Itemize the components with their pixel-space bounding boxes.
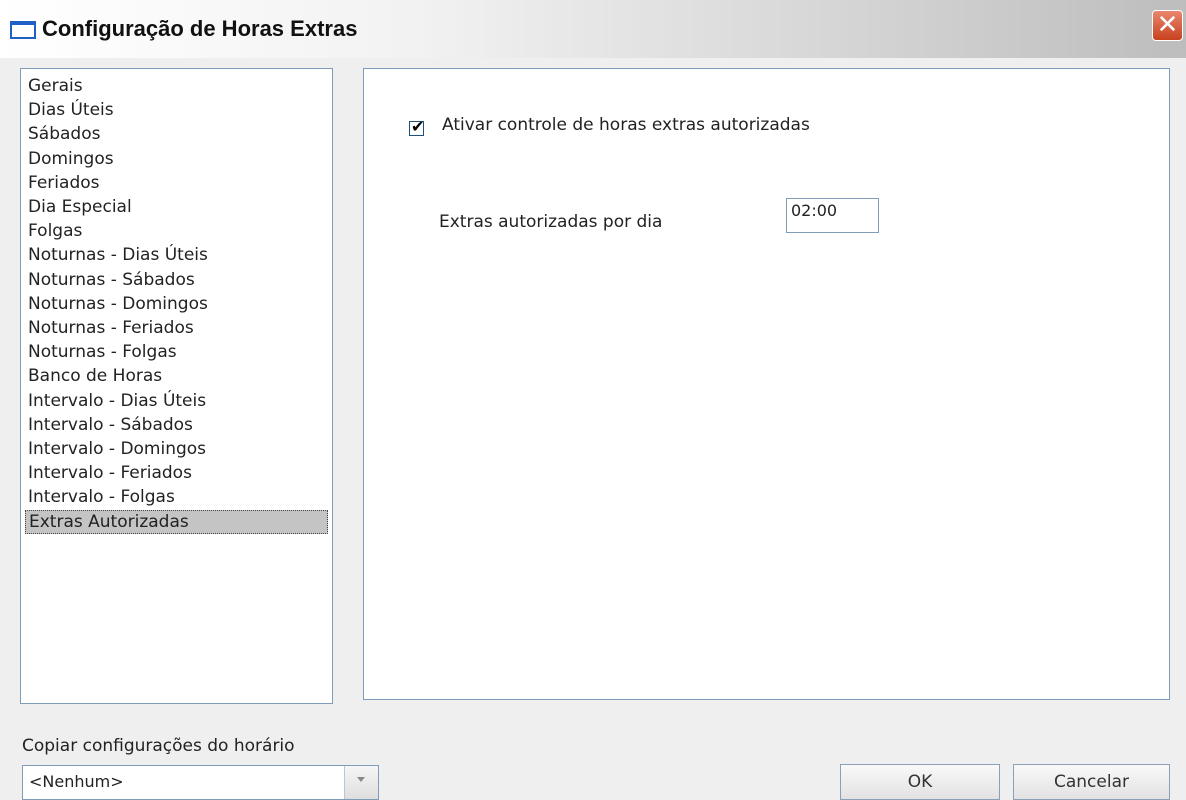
sidebar-item[interactable]: Intervalo - Dias Úteis [25,389,328,413]
sidebar-item[interactable]: Noturnas - Dias Úteis [25,243,328,267]
sidebar-item[interactable]: Banco de Horas [25,364,328,388]
copy-settings-value: <Nenhum> [29,772,124,791]
enable-authorized-extras-label[interactable]: Ativar controle de horas extras autoriza… [442,115,810,135]
settings-category-list[interactable]: Gerais Dias Úteis Sábados Domingos Feriados D… [20,68,333,704]
copy-settings-select[interactable]: <Nenhum> [22,765,379,800]
sidebar-item[interactable]: Noturnas - Sábados [25,268,328,292]
ok-button[interactable]: OK [840,764,1000,800]
enable-authorized-extras-checkbox[interactable]: ✔ [409,117,424,136]
checkmark-icon: ✔ [411,117,425,136]
sidebar-item[interactable]: Intervalo - Feriados [25,461,328,485]
sidebar-item[interactable]: Sábados [25,122,328,146]
sidebar-item[interactable]: Intervalo - Folgas [25,485,328,509]
window-icon [10,21,36,39]
copy-settings-label: Copiar configurações do horário [22,736,295,756]
sidebar-item[interactable]: Intervalo - Domingos [25,437,328,461]
sidebar-item[interactable]: Extras Autorizadas [25,509,328,534]
sidebar-item[interactable]: Dias Úteis [25,98,328,122]
dropdown-arrow-button[interactable] [344,766,378,799]
window-title: Configuração de Horas Extras [42,16,358,41]
extras-per-day-label: Extras autorizadas por dia [439,212,663,232]
sidebar-item[interactable]: Intervalo - Sábados [25,413,328,437]
sidebar-item[interactable]: Dia Especial [25,195,328,219]
sidebar-item[interactable]: Feriados [25,171,328,195]
cancel-button[interactable]: Cancelar [1013,764,1170,800]
sidebar-item[interactable]: Gerais [25,74,328,98]
extras-per-day-input[interactable] [786,198,879,233]
sidebar-item[interactable]: Noturnas - Domingos [25,292,328,316]
title-bar[interactable]: Configuração de Horas Extras ✕ [0,0,1186,58]
sidebar-item[interactable]: Noturnas - Feriados [25,316,328,340]
close-icon: ✕ [1156,10,1179,40]
sidebar-item[interactable]: Folgas [25,219,328,243]
sidebar-item[interactable]: Noturnas - Folgas [25,340,328,364]
chevron-down-icon [357,777,365,782]
settings-panel: ✔ Ativar controle de horas extras autori… [363,68,1170,700]
close-button[interactable]: ✕ [1152,10,1183,41]
sidebar-item[interactable]: Domingos [25,147,328,171]
